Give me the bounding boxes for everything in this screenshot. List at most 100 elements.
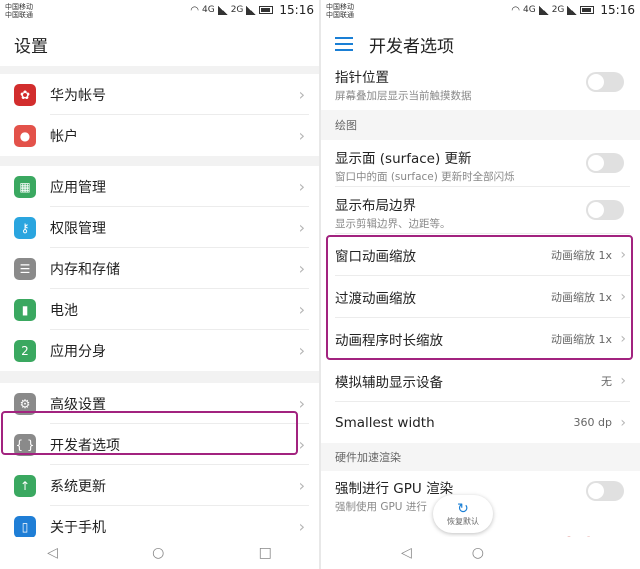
update-icon: ↑ [14,474,36,497]
settings-item-label: 应用管理 [50,179,106,196]
page-title: 开发者选项 [369,36,454,57]
pointer-location-toggle[interactable] [586,72,624,92]
surface-updates-row[interactable]: 显示面 (surface) 更新 窗口中的面 (surface) 更新时全部闪烁 [321,140,640,186]
restore-default-button[interactable]: ↻ 恢复默认 [433,495,493,533]
layout-bounds-row[interactable]: 显示布局边界 显示剪辑边界、边距等。 [321,187,640,233]
battery-status-icon [259,6,274,14]
smallest-width-value: 360 dp [573,416,612,429]
settings-item[interactable]: ⚷ 权限管理 › [0,207,319,248]
force-gpu-title: 强制进行 GPU 渲染 [335,481,454,497]
chevron-right-icon: › [298,177,305,196]
smallest-width-row[interactable]: Smallest width 360 dp › [321,402,640,443]
carrier-1: 中国移动 [5,3,33,11]
chevron-right-icon: › [298,394,305,413]
app-twin-icon: 2 [14,339,36,362]
pointer-location-title: 指针位置 [335,70,389,86]
signal-icon [217,5,228,15]
carrier-2: 中国联通 [5,11,33,19]
highlight-animation-settings [326,235,633,360]
pointer-location-desc: 屏幕叠加层显示当前触摸数据 [335,90,472,102]
menu-icon[interactable] [335,37,353,51]
nav-bar: ◁ ○ □ [0,537,319,569]
settings-item-label: 关于手机 [50,519,106,536]
secondary-display-row[interactable]: 模拟辅助显示设备 无 › [321,360,640,401]
back-icon[interactable]: ◁ [47,545,58,561]
layout-bounds-toggle[interactable] [586,200,624,220]
section-header-hw-rendering: 硬件加速渲染 [321,443,640,471]
network-type-2: 2G [551,5,565,15]
app-bar: 设置 [0,22,319,66]
signal-icon [567,5,578,15]
settings-item-label: 内存和存储 [50,261,120,278]
status-time: 15:16 [279,3,314,17]
layout-bounds-title: 显示布局边界 [335,198,416,214]
settings-item-label: 电池 [50,302,78,319]
key-icon: ⚷ [14,216,36,239]
chevron-right-icon: › [620,372,626,389]
user-icon: ● [14,124,36,147]
settings-item[interactable]: ▦ 应用管理 › [0,166,319,207]
settings-item[interactable]: ☰ 内存和存储 › [0,248,319,289]
chevron-right-icon: › [298,517,305,536]
network-type-1: 4G [202,5,215,15]
highlight-developer-options [1,411,298,455]
chevron-right-icon: › [298,341,305,360]
settings-item-label: 权限管理 [50,220,106,237]
force-gpu-toggle[interactable] [586,481,624,501]
network-type-2: 2G [230,5,244,15]
secondary-display-title: 模拟辅助显示设备 [335,374,443,391]
wifi-icon: ◠ [511,4,520,16]
settings-item[interactable]: ● 帐户 › [0,115,319,156]
huawei-icon: ✿ [14,83,36,106]
pointer-location-row[interactable]: 指针位置 屏幕叠加层显示当前触摸数据 [321,66,640,110]
settings-item[interactable]: ↑ 系统更新 › [0,465,319,506]
settings-item-label: 系统更新 [50,478,106,495]
carrier-info: 中国移动 中国联通 [5,3,33,19]
settings-item[interactable]: ✿ 华为帐号 › [0,74,319,115]
surface-updates-title: 显示面 (surface) 更新 [335,151,472,167]
battery-icon: ▮ [14,298,36,321]
page-title: 设置 [14,36,48,57]
home-icon[interactable]: ○ [472,545,484,561]
layout-bounds-desc: 显示剪辑边界、边距等。 [335,218,451,230]
settings-item-label: 华为帐号 [50,87,106,104]
phone-icon: ▯ [14,515,36,538]
recents-icon[interactable]: □ [259,545,272,561]
carrier-1: 中国移动 [326,3,354,11]
chevron-right-icon: › [298,259,305,278]
settings-screen: 中国移动 中国联通 ◠ 4G 2G 15:16 设置 ✿ 华为帐号 › ● 帐户 › ▦ 应用… [0,0,319,569]
status-bar: 中国移动 中国联通 ◠ 4G 2G 15:16 [0,0,319,22]
refresh-icon: ↻ [457,500,469,517]
settings-item-label: 应用分身 [50,343,106,360]
signal-icon [538,5,549,15]
status-time: 15:16 [600,3,635,17]
wifi-icon: ◠ [190,4,199,16]
chevron-right-icon: › [620,414,626,431]
surface-updates-toggle[interactable] [586,153,624,173]
back-icon[interactable]: ◁ [401,545,412,561]
nav-bar: ◁ ○ [321,537,640,569]
settings-item[interactable]: 2 应用分身 › [0,330,319,371]
settings-list: ✿ 华为帐号 › ● 帐户 › ▦ 应用管理 › ⚷ 权限管理 › ☰ 内存和存储 › ▮ 电池 › 2 应用分身 › ⚙… [0,74,319,547]
carrier-info: 中国移动 中国联通 [326,3,354,19]
section-header-drawing: 绘图 [321,110,640,140]
chevron-right-icon: › [298,300,305,319]
home-icon[interactable]: ○ [152,545,164,561]
app-bar: 开发者选项 [321,22,640,66]
settings-item[interactable]: ▮ 电池 › [0,289,319,330]
signal-icon [246,5,257,15]
chevron-right-icon: › [298,435,305,454]
smallest-width-title: Smallest width [335,414,435,431]
chevron-right-icon: › [298,85,305,104]
apps-icon: ▦ [14,175,36,198]
restore-default-label: 恢复默认 [447,516,479,526]
chevron-right-icon: › [298,126,305,145]
battery-status-icon [580,6,595,14]
carrier-2: 中国联通 [326,11,354,19]
surface-updates-desc: 窗口中的面 (surface) 更新时全部闪烁 [335,171,515,183]
status-bar: 中国移动 中国联通 ◠ 4G 2G 15:16 [321,0,640,22]
chevron-right-icon: › [298,476,305,495]
settings-item-label: 帐户 [50,128,78,145]
chevron-right-icon: › [298,218,305,237]
storage-icon: ☰ [14,257,36,280]
